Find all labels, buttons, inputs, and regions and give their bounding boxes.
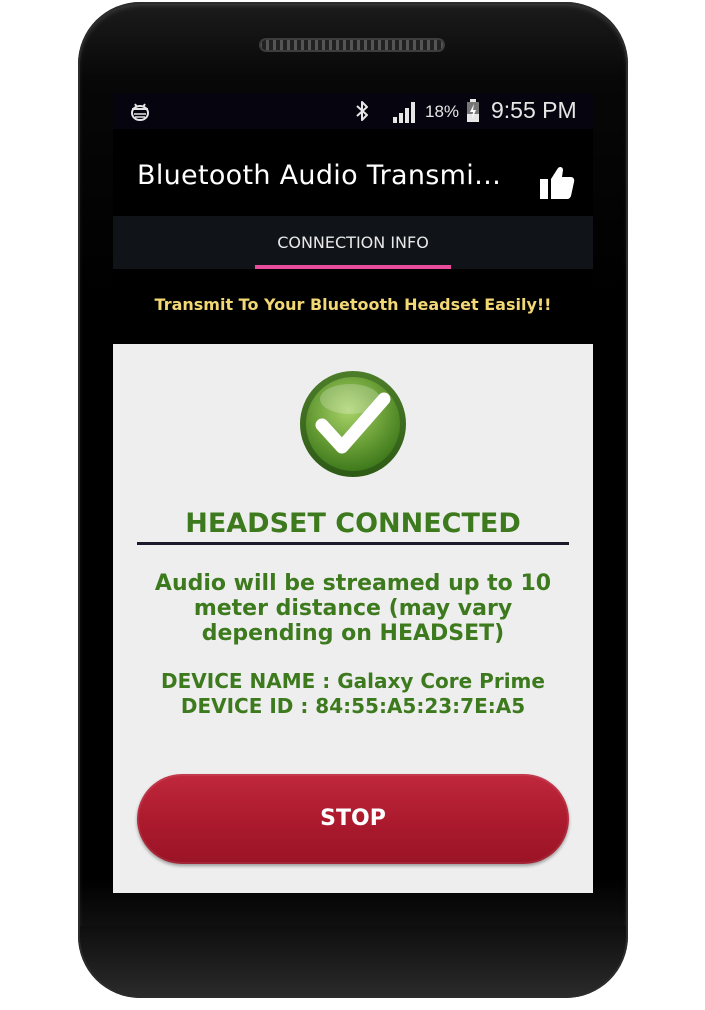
divider <box>137 542 569 545</box>
android-bug-icon <box>131 103 149 121</box>
thumbs-up-icon[interactable] <box>538 164 576 202</box>
device-screen: 18% 9:55 PM Bluetooth Audio Transmi… CON… <box>113 93 593 893</box>
tagline: Transmit To Your Bluetooth Headset Easil… <box>154 295 552 314</box>
battery-charging-icon <box>467 99 479 122</box>
tab-bar: CONNECTION INFO <box>113 216 593 269</box>
status-time: 9:55 PM <box>491 97 577 123</box>
connection-status-heading: HEADSET CONNECTED <box>185 508 521 539</box>
phone-bottom-bezel <box>80 926 626 996</box>
app-title: Bluetooth Audio Transmi… <box>137 160 502 191</box>
range-info-text: Audio will be streamed up to 10 meter di… <box>154 571 552 646</box>
device-name-text: DEVICE NAME : Galaxy Core Prime <box>161 669 545 693</box>
device-id-text: DEVICE ID : 84:55:A5:23:7E:A5 <box>180 694 526 718</box>
status-bar: 18% 9:55 PM <box>113 93 593 129</box>
bluetooth-icon <box>356 101 368 121</box>
battery-percent: 18% <box>425 102 460 121</box>
tab-label: CONNECTION INFO <box>277 233 429 252</box>
earpiece-speaker <box>259 38 445 52</box>
green-checkmark-icon <box>300 371 406 477</box>
stop-button-label: STOP <box>320 806 386 831</box>
tab-selected-indicator <box>255 265 451 269</box>
tab-connection-info[interactable]: CONNECTION INFO <box>255 216 451 269</box>
signal-bars-icon <box>393 102 415 123</box>
connection-panel: HEADSET CONNECTED Audio will be streamed… <box>113 344 593 893</box>
stop-button[interactable]: STOP <box>137 774 569 864</box>
